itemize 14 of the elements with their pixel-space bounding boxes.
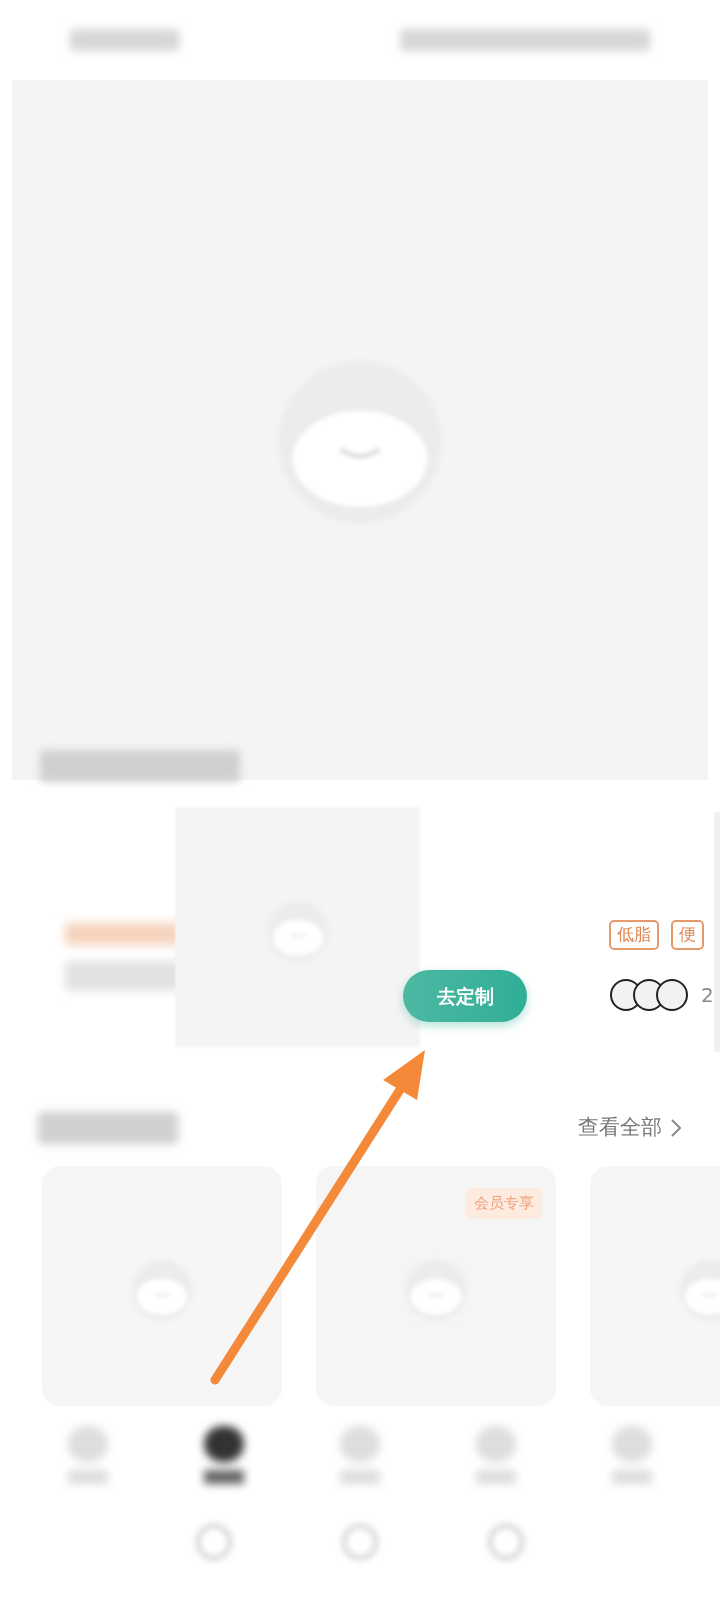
- system-nav-button[interactable]: [342, 1524, 378, 1560]
- system-nav-button[interactable]: [196, 1524, 232, 1560]
- view-all-link[interactable]: 查看全部: [578, 1112, 682, 1144]
- customize-button[interactable]: 去定制: [403, 970, 527, 1022]
- chevron-right-icon: [670, 1118, 682, 1138]
- tab-item[interactable]: [204, 1426, 244, 1484]
- user-count: 2: [701, 982, 714, 1009]
- recipe-card[interactable]: 会员专享: [316, 1166, 556, 1406]
- member-badge: 会员专享: [466, 1188, 542, 1219]
- tag: 便: [671, 920, 704, 950]
- recipe-card[interactable]: [42, 1166, 282, 1406]
- tag: 低脂: [609, 920, 659, 950]
- avatars-icon: [609, 978, 689, 1012]
- system-nav-button[interactable]: [488, 1524, 524, 1560]
